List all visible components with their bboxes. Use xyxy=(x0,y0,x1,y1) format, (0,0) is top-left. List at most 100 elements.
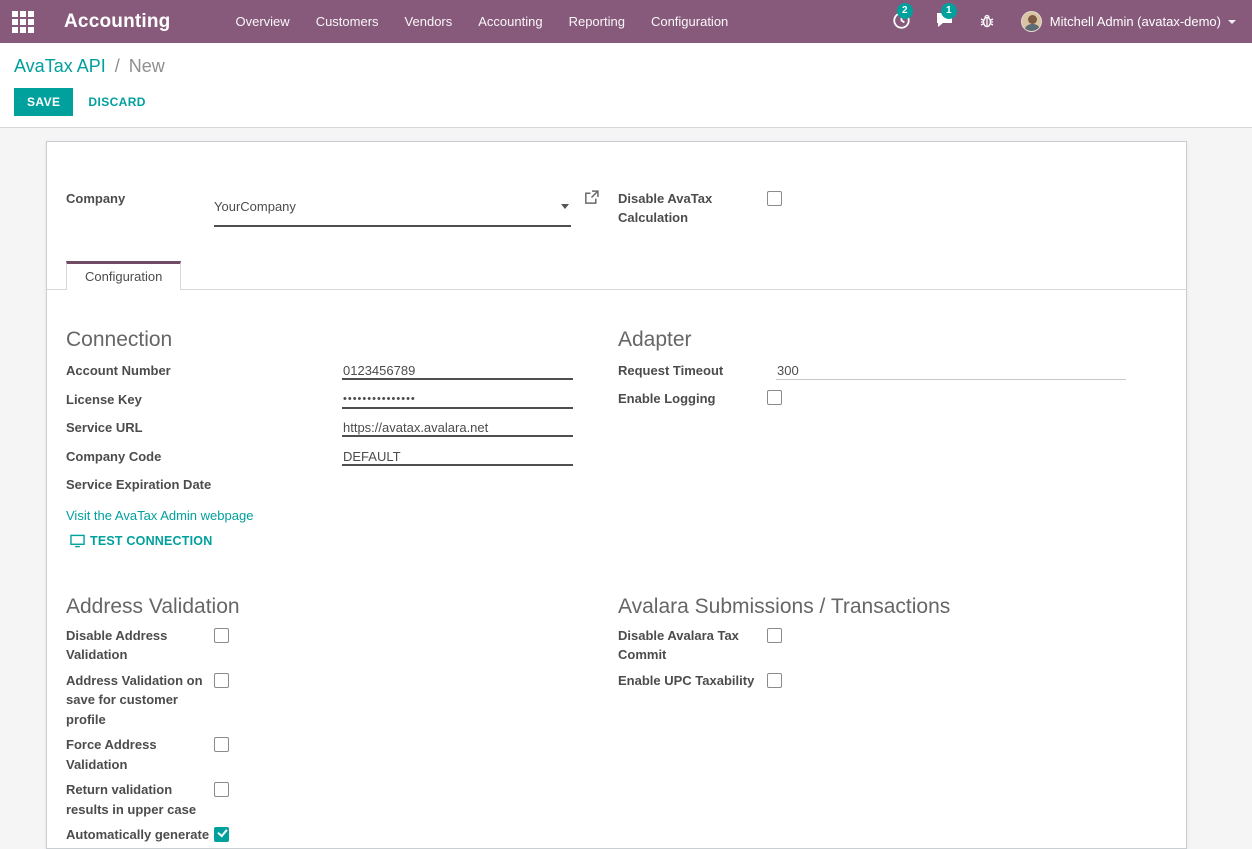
service-expiration-value xyxy=(342,473,573,494)
disable-tax-commit-row: Disable Avalara Tax Commit xyxy=(618,626,1126,665)
disable-address-validation-label: Disable Address Validation xyxy=(66,626,211,665)
breadcrumb-parent-link[interactable]: AvaTax API xyxy=(14,56,106,76)
auto-customer-code-label: Automatically generate customer code xyxy=(66,825,211,849)
tab-configuration[interactable]: Configuration xyxy=(66,261,181,290)
main-menu: Overview Customers Vendors Accounting Re… xyxy=(223,0,742,43)
menu-item-customers[interactable]: Customers xyxy=(303,0,392,43)
apps-grid-icon xyxy=(12,11,34,33)
control-panel-buttons: SAVE DISCARD xyxy=(14,88,1236,116)
service-url-label: Service URL xyxy=(66,416,342,437)
chevron-down-icon xyxy=(1228,20,1236,24)
enable-upc-taxability-checkbox[interactable] xyxy=(767,673,782,688)
request-timeout-row: Request Timeout 300 xyxy=(618,359,1126,387)
disable-avatax-checkbox[interactable] xyxy=(767,191,782,206)
top-field-group: Company YourCompany Disable AvaTax Calcu… xyxy=(66,189,1171,227)
account-number-row: Account Number 0123456789 xyxy=(66,359,618,388)
adapter-title: Adapter xyxy=(618,326,1126,353)
disable-avatax-row: Disable AvaTax Calculation xyxy=(618,189,782,227)
top-navbar: Accounting Overview Customers Vendors Ac… xyxy=(0,0,1252,43)
apps-menu-button[interactable] xyxy=(0,0,46,43)
test-connection-button[interactable]: TEST CONNECTION xyxy=(70,534,618,548)
license-key-label: License Key xyxy=(66,388,342,409)
avalara-submissions-title: Avalara Submissions / Transactions xyxy=(618,593,1126,620)
company-code-input[interactable]: DEFAULT xyxy=(342,445,573,466)
company-value: YourCompany xyxy=(214,197,561,216)
test-connection-label: TEST CONNECTION xyxy=(90,534,212,548)
company-field-row: Company YourCompany xyxy=(66,189,618,227)
connection-title: Connection xyxy=(66,326,618,353)
enable-upc-taxability-label: Enable UPC Taxability xyxy=(618,671,768,691)
uppercase-results-label: Return validation results in upper case xyxy=(66,780,211,819)
connection-section: Connection Account Number 0123456789 Lic… xyxy=(66,326,618,548)
breadcrumb-current: New xyxy=(129,56,165,76)
request-timeout-label: Request Timeout xyxy=(618,359,776,380)
company-code-row: Company Code DEFAULT xyxy=(66,445,618,474)
discard-button[interactable]: DISCARD xyxy=(88,95,145,109)
form-sheet: Company YourCompany Disable AvaTax Calcu… xyxy=(46,141,1187,849)
disable-tax-commit-label: Disable Avalara Tax Commit xyxy=(618,626,768,665)
company-select[interactable]: YourCompany xyxy=(214,189,571,227)
dropdown-caret-icon[interactable] xyxy=(561,204,569,209)
save-button[interactable]: SAVE xyxy=(14,88,73,116)
activities-button[interactable]: 2 xyxy=(880,11,923,33)
monitor-icon xyxy=(70,534,85,548)
messages-badge: 1 xyxy=(941,3,957,19)
activities-badge: 2 xyxy=(897,3,913,19)
bug-icon xyxy=(979,12,995,32)
address-validation-title: Address Validation xyxy=(66,593,618,620)
systray: 2 1 Mitchell Admin (avatax-demo) xyxy=(880,11,1252,33)
avatax-admin-webpage-link[interactable]: Visit the AvaTax Admin webpage xyxy=(66,506,253,525)
account-number-input[interactable]: 0123456789 xyxy=(342,359,573,380)
user-avatar xyxy=(1021,11,1042,32)
menu-item-vendors[interactable]: Vendors xyxy=(392,0,466,43)
disable-tax-commit-checkbox[interactable] xyxy=(767,628,782,643)
user-menu[interactable]: Mitchell Admin (avatax-demo) xyxy=(1021,11,1236,32)
license-key-input[interactable]: ••••••••••••••• xyxy=(342,388,573,409)
activity-clock-icon: 2 xyxy=(892,11,911,33)
license-key-row: License Key ••••••••••••••• xyxy=(66,388,618,417)
menu-item-configuration[interactable]: Configuration xyxy=(638,0,741,43)
auto-customer-code-row: Automatically generate customer code xyxy=(66,825,618,849)
enable-upc-taxability-row: Enable UPC Taxability xyxy=(618,671,1126,691)
disable-address-validation-row: Disable Address Validation xyxy=(66,626,618,665)
service-url-row: Service URL https://avatax.avalara.net xyxy=(66,416,618,445)
request-timeout-input[interactable]: 300 xyxy=(776,359,1126,380)
validation-on-save-label: Address Validation on save for customer … xyxy=(66,671,211,730)
sections-row-2: Address Validation Disable Address Valid… xyxy=(66,593,1171,849)
uppercase-results-row: Return validation results in upper case xyxy=(66,780,618,819)
enable-logging-checkbox[interactable] xyxy=(767,390,782,405)
enable-logging-label: Enable Logging xyxy=(618,387,776,408)
notebook-tabs: Configuration xyxy=(47,261,1186,290)
menu-item-overview[interactable]: Overview xyxy=(223,0,303,43)
account-number-label: Account Number xyxy=(66,359,342,380)
adapter-section: Adapter Request Timeout 300 Enable Loggi… xyxy=(618,326,1126,548)
avalara-submissions-section: Avalara Submissions / Transactions Disab… xyxy=(618,593,1126,849)
sections-row-1: Connection Account Number 0123456789 Lic… xyxy=(66,326,1171,548)
force-address-validation-checkbox[interactable] xyxy=(214,737,229,752)
validation-on-save-row: Address Validation on save for customer … xyxy=(66,671,618,730)
auto-customer-code-checkbox[interactable] xyxy=(214,827,229,842)
force-address-validation-label: Force Address Validation xyxy=(66,735,211,774)
force-address-validation-row: Force Address Validation xyxy=(66,735,618,774)
validation-on-save-checkbox[interactable] xyxy=(214,673,229,688)
uppercase-results-checkbox[interactable] xyxy=(214,782,229,797)
disable-address-validation-checkbox[interactable] xyxy=(214,628,229,643)
service-expiration-row: Service Expiration Date xyxy=(66,473,618,502)
enable-logging-row: Enable Logging xyxy=(618,387,1126,415)
disable-avatax-label: Disable AvaTax Calculation xyxy=(618,189,768,227)
app-title[interactable]: Accounting xyxy=(64,11,171,33)
company-label: Company xyxy=(66,189,214,227)
service-expiration-label: Service Expiration Date xyxy=(66,473,342,494)
menu-item-accounting[interactable]: Accounting xyxy=(465,0,555,43)
menu-item-reporting[interactable]: Reporting xyxy=(556,0,638,43)
messages-button[interactable]: 1 xyxy=(923,11,967,32)
address-validation-section: Address Validation Disable Address Valid… xyxy=(66,593,618,849)
breadcrumb-separator: / xyxy=(115,56,120,76)
debug-button[interactable] xyxy=(967,12,1007,32)
control-panel: AvaTax API / New SAVE DISCARD xyxy=(0,43,1252,128)
service-url-input[interactable]: https://avatax.avalara.net xyxy=(342,416,573,437)
chat-bubble-icon: 1 xyxy=(935,11,955,32)
content-area: Company YourCompany Disable AvaTax Calcu… xyxy=(0,128,1252,849)
external-link-icon[interactable] xyxy=(584,190,599,227)
breadcrumb: AvaTax API / New xyxy=(14,56,1236,77)
